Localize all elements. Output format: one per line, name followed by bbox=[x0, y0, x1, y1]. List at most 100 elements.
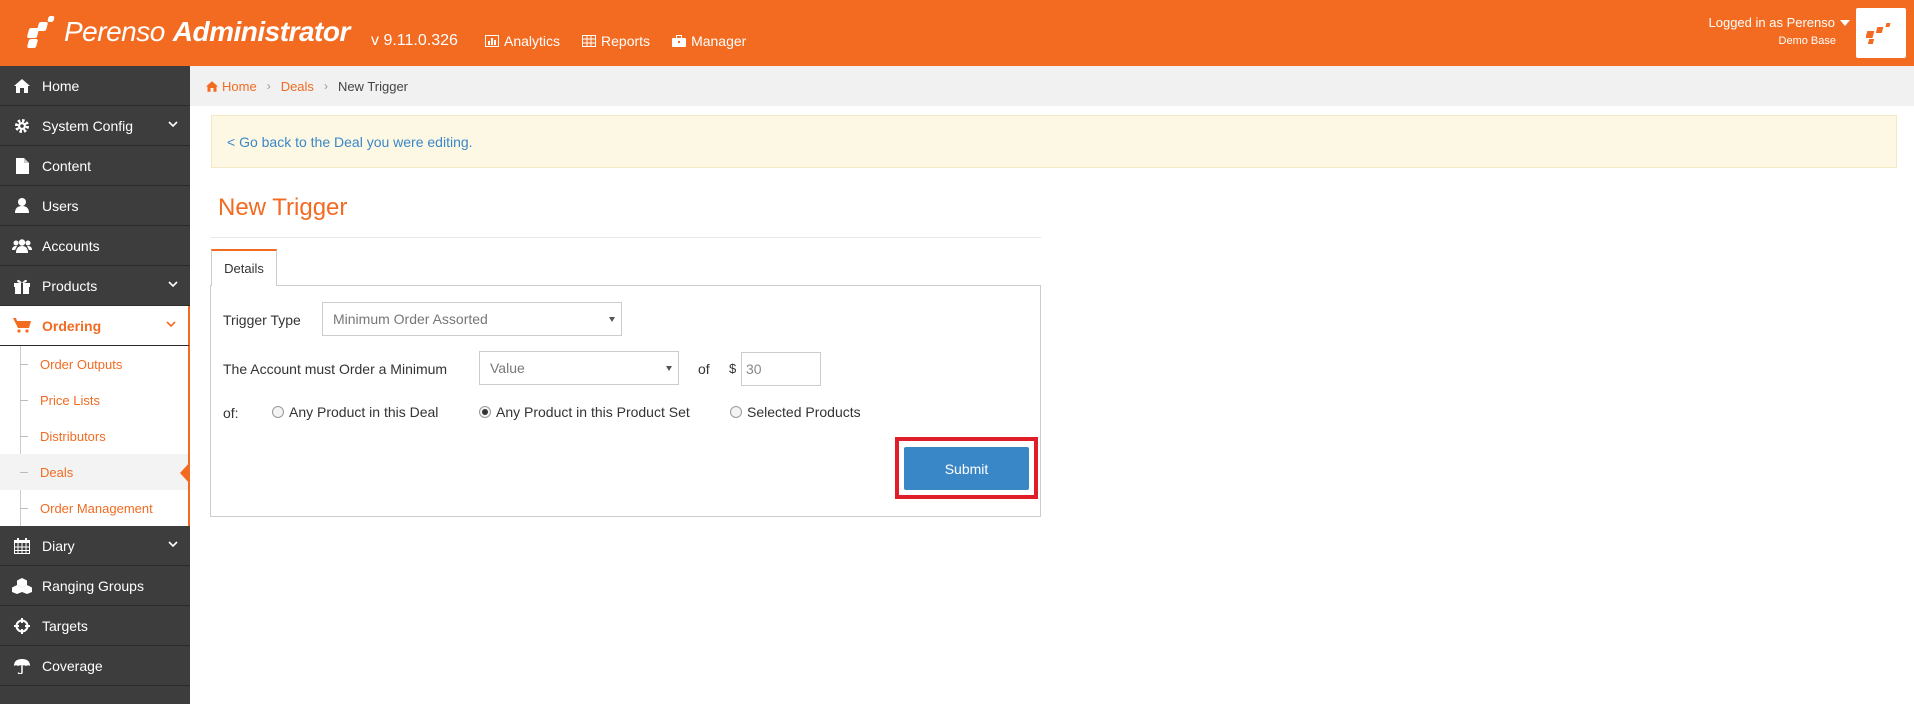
sidebar-item-ordering[interactable]: Ordering bbox=[0, 306, 190, 346]
app-version: v 9.11.0.326 bbox=[371, 32, 458, 49]
gear-icon bbox=[12, 116, 32, 136]
sidebar-item-accounts[interactable]: Accounts bbox=[0, 226, 190, 266]
chevron-down-icon bbox=[166, 321, 176, 328]
page-title: New Trigger bbox=[218, 194, 348, 221]
user-menu[interactable]: Logged in as Perenso Demo Base bbox=[1709, 15, 1850, 47]
home-icon bbox=[206, 80, 218, 92]
sidebar-subitem-distributors[interactable]: Distributors bbox=[0, 418, 188, 454]
nav-analytics[interactable]: Analytics bbox=[485, 33, 560, 49]
minimum-amount-input[interactable]: 30 bbox=[741, 352, 821, 386]
trigger-type-value: Minimum Order Assorted bbox=[333, 311, 488, 327]
of-label: of bbox=[698, 361, 710, 377]
ordering-submenu: Order Outputs Price Lists Distributors D… bbox=[0, 346, 190, 526]
sidebar-item-label: Content bbox=[42, 157, 92, 174]
tab-details[interactable]: Details bbox=[211, 249, 277, 286]
radio-button[interactable] bbox=[730, 406, 742, 418]
trigger-type-select[interactable]: Minimum Order Assorted bbox=[322, 302, 622, 336]
breadcrumb-separator-icon: › bbox=[323, 79, 328, 93]
crosshairs-icon bbox=[12, 616, 32, 636]
nav-manager-label: Manager bbox=[691, 33, 747, 49]
radio-any-product-set[interactable]: Any Product in this Product Set bbox=[479, 404, 690, 420]
radio-label: Any Product in this Product Set bbox=[496, 404, 690, 420]
minimum-type-select[interactable]: Value bbox=[479, 351, 679, 385]
chart-icon bbox=[485, 35, 499, 47]
sidebar-item-diary[interactable]: Diary bbox=[0, 526, 190, 566]
back-alert: < Go back to the Deal you were editing. bbox=[211, 115, 1897, 168]
sidebar-item-users[interactable]: Users bbox=[0, 186, 190, 226]
minimum-label: The Account must Order a Minimum bbox=[223, 361, 448, 377]
company-avatar[interactable] bbox=[1856, 8, 1906, 58]
chevron-down-icon bbox=[168, 121, 178, 128]
sidebar-item-label: Diary bbox=[42, 537, 75, 554]
cubes-icon bbox=[12, 576, 32, 596]
breadcrumb-home-label: Home bbox=[222, 78, 257, 94]
sidebar-item-label: Coverage bbox=[42, 657, 103, 674]
sidebar-subitem-order-management[interactable]: Order Management bbox=[0, 490, 188, 526]
sidebar-item-targets[interactable]: Targets bbox=[0, 606, 190, 646]
nav-reports-label: Reports bbox=[601, 33, 651, 49]
sidebar-item-label: Accounts bbox=[42, 237, 100, 254]
chevron-down-icon bbox=[168, 541, 178, 548]
radio-button-selected[interactable] bbox=[479, 406, 491, 418]
minimum-type-value: Value bbox=[490, 360, 525, 376]
gift-icon bbox=[12, 276, 32, 296]
sidebar-item-label: Users bbox=[42, 197, 79, 214]
sidebar-item-label: Products bbox=[42, 277, 98, 294]
nav-reports[interactable]: Reports bbox=[582, 33, 650, 49]
sidebar-item-label: Home bbox=[42, 77, 80, 94]
sidebar-item-ranging-groups[interactable]: Ranging Groups bbox=[0, 566, 190, 606]
sidebar-item-coverage[interactable]: Coverage bbox=[0, 646, 190, 686]
cart-icon bbox=[12, 316, 32, 336]
sidebar-item-label: Targets bbox=[42, 617, 88, 634]
sidebar-item-products[interactable]: Products bbox=[0, 266, 190, 306]
sidebar-subitem-deals[interactable]: Deals bbox=[0, 454, 190, 490]
sidebar-item-label: Ordering bbox=[42, 317, 102, 334]
perenso-logo-mark bbox=[22, 14, 60, 50]
sidebar-subitem-order-outputs[interactable]: Order Outputs bbox=[0, 346, 188, 382]
sidebar: Home System Config Content Users Account… bbox=[0, 66, 190, 704]
table-icon bbox=[582, 35, 597, 47]
title-divider bbox=[211, 237, 1041, 238]
back-to-deal-link[interactable]: < Go back to the Deal you were editing. bbox=[227, 134, 473, 150]
currency-symbol: $ bbox=[729, 361, 737, 376]
logged-in-label: Logged in as Perenso bbox=[1708, 15, 1835, 30]
sidebar-item-system-config[interactable]: System Config bbox=[0, 106, 190, 146]
sidebar-item-content[interactable]: Content bbox=[0, 146, 190, 186]
caret-down-icon bbox=[1840, 19, 1850, 26]
nav-analytics-label: Analytics bbox=[504, 33, 561, 49]
sidebar-item-label: System Config bbox=[42, 117, 134, 134]
breadcrumb: Home › Deals › New Trigger bbox=[190, 66, 1914, 106]
breadcrumb-deals[interactable]: Deals bbox=[281, 79, 314, 94]
perenso-logo[interactable]: Perenso Administrator bbox=[22, 12, 350, 52]
database-name: Demo Base bbox=[1778, 35, 1836, 47]
radio-any-product-deal[interactable]: Any Product in this Deal bbox=[272, 404, 438, 420]
file-icon bbox=[12, 156, 32, 176]
users-icon bbox=[12, 236, 32, 256]
dropdown-arrow-icon bbox=[609, 317, 615, 322]
trigger-type-label: Trigger Type bbox=[223, 312, 301, 328]
top-header: Perenso Administrator v 9.11.0.326 Analyt… bbox=[0, 0, 1914, 66]
radio-selected-products[interactable]: Selected Products bbox=[730, 404, 861, 420]
sidebar-item-label: Ranging Groups bbox=[42, 577, 144, 594]
breadcrumb-current: New Trigger bbox=[337, 78, 409, 94]
perenso-mini-logo-icon bbox=[1866, 23, 1891, 44]
chevron-down-icon bbox=[168, 281, 178, 288]
umbrella-icon bbox=[12, 656, 32, 676]
radio-label: Selected Products bbox=[747, 404, 861, 420]
logo-text: Perenso Administrator bbox=[64, 16, 350, 47]
submit-button[interactable]: Submit bbox=[904, 447, 1029, 490]
dropdown-arrow-icon bbox=[666, 366, 672, 371]
sidebar-subitem-price-lists[interactable]: Price Lists bbox=[0, 382, 188, 418]
sidebar-item-home[interactable]: Home bbox=[0, 66, 190, 106]
user-icon bbox=[12, 196, 32, 216]
of-product-label: of: bbox=[223, 405, 239, 421]
radio-label: Any Product in this Deal bbox=[289, 404, 439, 420]
top-nav: Analytics Reports Manager bbox=[485, 33, 746, 49]
radio-button[interactable] bbox=[272, 406, 284, 418]
breadcrumb-separator-icon: › bbox=[266, 79, 271, 93]
home-icon bbox=[12, 76, 32, 96]
briefcase-icon bbox=[672, 35, 687, 47]
breadcrumb-home[interactable]: Home bbox=[206, 79, 257, 94]
nav-manager[interactable]: Manager bbox=[672, 33, 746, 49]
calendar-icon bbox=[12, 536, 32, 556]
